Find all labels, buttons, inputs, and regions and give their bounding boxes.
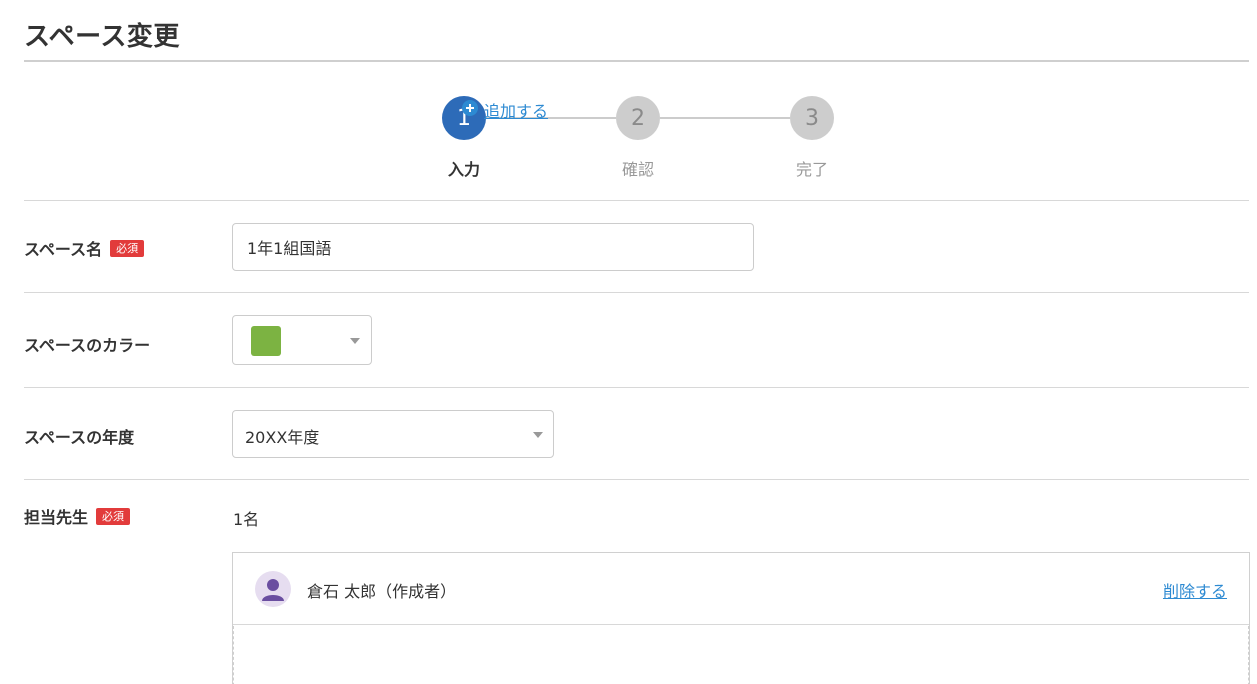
step-label: 入力 xyxy=(447,160,480,179)
space-year-label: スペースの年度 xyxy=(24,424,134,448)
space-year-select[interactable]: 20XX年度 xyxy=(232,410,554,458)
space-color-label-text: スペースのカラー xyxy=(24,336,151,355)
step-number: 2 xyxy=(616,96,660,140)
step-label: 確認 xyxy=(621,160,654,179)
progress-stepper: 1 入力 2 確認 3 完了 xyxy=(0,96,1257,186)
title-divider xyxy=(24,60,1249,62)
space-name-input[interactable] xyxy=(232,223,754,271)
color-swatch xyxy=(251,326,281,356)
teacher-count: 1名 xyxy=(233,510,260,529)
chevron-down-icon xyxy=(533,432,543,438)
space-year-label-text: スペースの年度 xyxy=(24,428,135,447)
add-teacher-label: 追加する xyxy=(484,102,549,121)
space-name-label: スペース名 必須 xyxy=(24,236,145,260)
delete-teacher-link[interactable]: 削除する xyxy=(1163,578,1227,602)
plus-circle-icon xyxy=(462,100,478,120)
teachers-label-text: 担当先生 xyxy=(24,508,89,527)
row-divider xyxy=(24,387,1249,388)
space-name-label-text: スペース名 xyxy=(24,240,103,259)
step-confirm: 2 確認 xyxy=(616,96,660,179)
space-color-select[interactable] xyxy=(232,315,372,365)
row-divider xyxy=(24,479,1249,480)
teachers-label: 担当先生 必須 xyxy=(24,504,131,528)
add-teacher-link[interactable]: 追加する xyxy=(462,98,548,122)
step-complete: 3 完了 xyxy=(790,96,834,179)
chevron-down-icon xyxy=(350,338,360,344)
section-divider xyxy=(24,200,1249,201)
required-badge: 必須 xyxy=(110,239,145,257)
add-teacher-row xyxy=(233,626,1249,684)
page-title: スペース変更 xyxy=(24,22,180,52)
row-divider xyxy=(24,292,1249,293)
step-number: 3 xyxy=(790,96,834,140)
stepper-line-2 xyxy=(660,117,790,119)
step-label: 完了 xyxy=(795,160,828,179)
space-year-value: 20XX年度 xyxy=(245,428,320,447)
user-avatar-icon xyxy=(255,571,291,607)
list-item: 倉石 太郎（作成者） 削除する xyxy=(233,553,1249,625)
teacher-list: 倉石 太郎（作成者） 削除する xyxy=(232,552,1250,684)
space-color-label: スペースのカラー xyxy=(24,332,150,356)
required-badge: 必須 xyxy=(96,507,131,525)
teacher-name: 倉石 太郎（作成者） xyxy=(307,582,457,601)
